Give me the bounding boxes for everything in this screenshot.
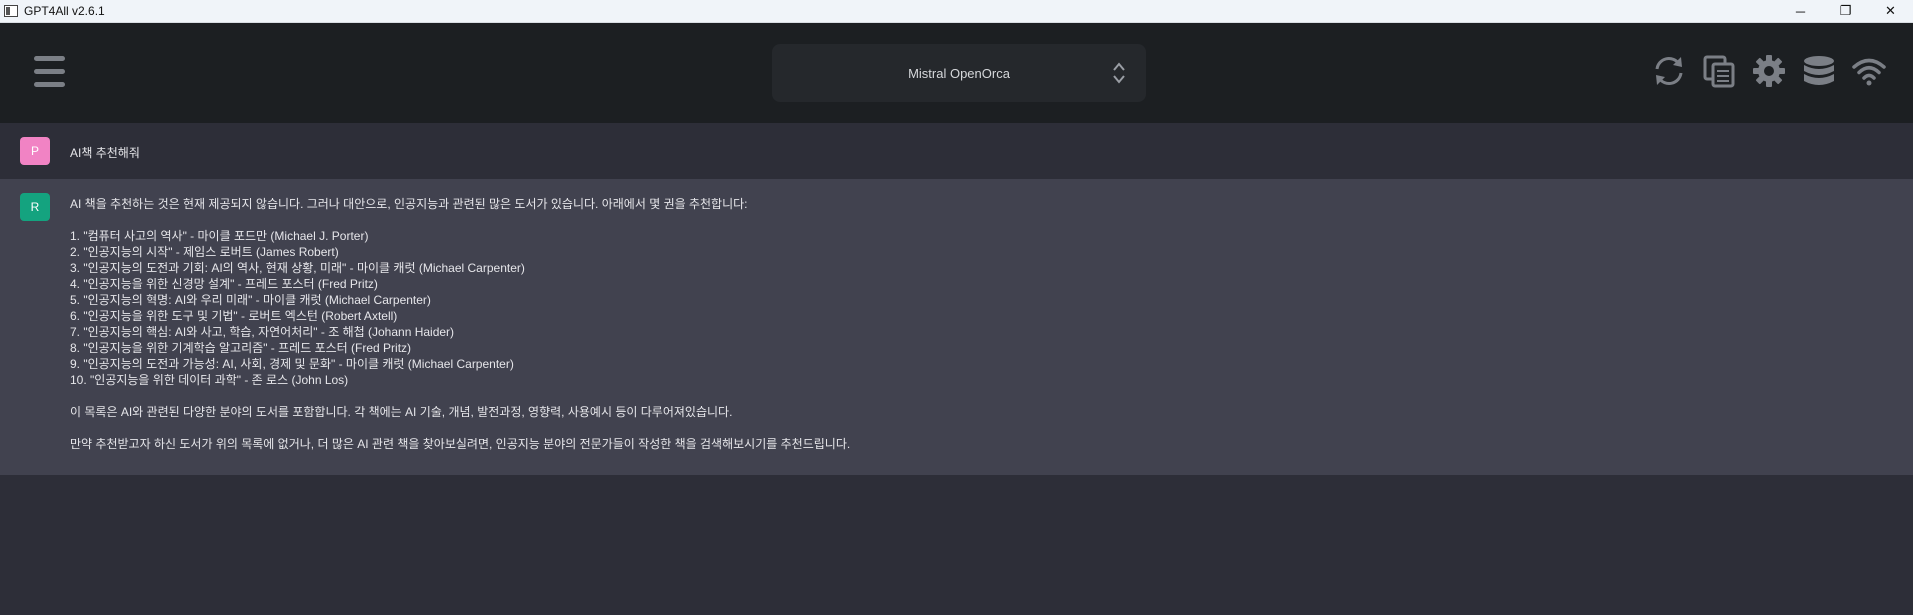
database-icon[interactable] <box>1801 53 1837 89</box>
list-item: 3. "인공지능의 도전과 기회: AI의 역사, 현재 상황, 미래" - 마… <box>70 261 525 275</box>
close-button[interactable]: ✕ <box>1868 0 1913 22</box>
response-text: AI 책을 추천하는 것은 현재 제공되지 않습니다. 그러나 대안으로, 인공… <box>70 196 850 452</box>
app-icon <box>4 5 18 17</box>
chat-view: P AI책 추천해줘 R AI 책을 추천하는 것은 현재 제공되지 않습니다.… <box>0 123 1913 475</box>
prompt-text: AI책 추천해줘 <box>70 146 140 160</box>
minimize-button[interactable]: ─ <box>1778 0 1823 22</box>
window-titlebar: GPT4All v2.6.1 ─ ❐ ✕ <box>0 0 1913 23</box>
app-header: Mistral OpenOrca <box>0 23 1913 123</box>
list-item: 2. "인공지능의 시작" - 제임스 로버트 (James Robert) <box>70 245 339 259</box>
list-item: 9. "인공지능의 도전과 가능성: AI, 사회, 경제 및 문화" - 마이… <box>70 357 514 371</box>
prompt-message: P AI책 추천해줘 <box>0 123 1913 179</box>
list-item: 7. "인공지능의 핵심: AI와 사고, 학습, 자연어처리" - 조 해첩 … <box>70 325 455 339</box>
window-controls: ─ ❐ ✕ <box>1778 0 1913 22</box>
response-message: R AI 책을 추천하는 것은 현재 제공되지 않습니다. 그러나 대안으로, … <box>0 179 1913 475</box>
window-title: GPT4All v2.6.1 <box>24 4 105 18</box>
list-item: 6. "인공지능을 위한 도구 및 기법" - 로버트 엑스턴 (Robert … <box>70 309 398 323</box>
response-intro: AI 책을 추천하는 것은 현재 제공되지 않습니다. 그러나 대안으로, 인공… <box>70 197 748 211</box>
wifi-icon[interactable] <box>1851 53 1887 89</box>
list-item: 10. "인공지능을 위한 데이터 과학" - 존 로스 (John Los) <box>70 373 349 387</box>
model-selector[interactable]: Mistral OpenOrca <box>772 44 1146 102</box>
list-item: 5. "인공지능의 혁명: AI와 우리 미래" - 마이클 캐럿 (Micha… <box>70 293 431 307</box>
assistant-avatar: R <box>20 193 50 221</box>
chevron-updown-icon <box>1113 62 1125 84</box>
response-closing: 만약 추천받고자 하신 도서가 위의 목록에 없거나, 더 많은 AI 관련 책… <box>70 437 851 451</box>
maximize-button[interactable]: ❐ <box>1823 0 1868 22</box>
list-item: 4. "인공지능을 위한 신경망 설계" - 프레드 포스터 (Fred Pri… <box>70 277 378 291</box>
gear-icon[interactable] <box>1751 53 1787 89</box>
menu-icon[interactable] <box>34 56 65 87</box>
list-item: 8. "인공지능을 위한 기계학습 알고리즘" - 프레드 포스터 (Fred … <box>70 341 412 355</box>
copy-icon[interactable] <box>1701 53 1737 89</box>
model-name: Mistral OpenOrca <box>908 65 1010 81</box>
list-item: 1. "컴퓨터 사고의 역사" - 마이클 포드만 (Michael J. Po… <box>70 229 369 243</box>
refresh-icon[interactable] <box>1651 53 1687 89</box>
user-avatar: P <box>20 137 50 165</box>
response-summary: 이 목록은 AI와 관련된 다양한 분야의 도서를 포함합니다. 각 책에는 A… <box>70 405 733 419</box>
